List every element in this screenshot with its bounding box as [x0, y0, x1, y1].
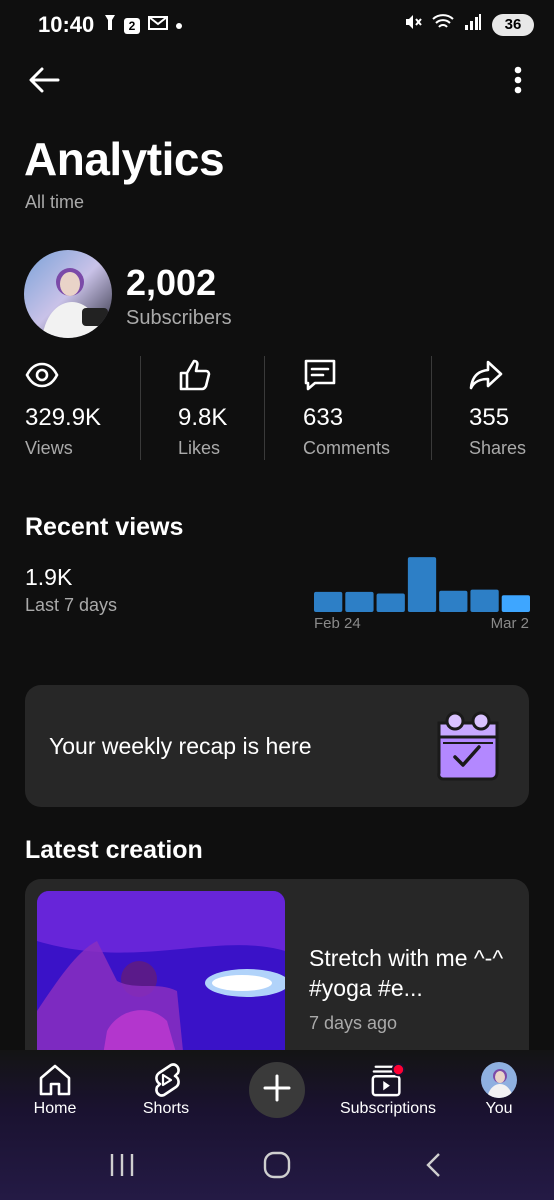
video-age: 7 days ago [309, 1013, 398, 1033]
recent-views-title: Recent views [25, 513, 184, 541]
more-notifications-dot [176, 22, 182, 29]
home-system-icon[interactable] [263, 1151, 291, 1184]
page-title: Analytics [24, 133, 225, 185]
status-time: 10:40 [38, 12, 95, 37]
signal-icon [464, 14, 482, 35]
metrics-row: 329.9K Views 9.8K Likes 633 Comments 355… [0, 352, 554, 462]
chart-bar-feb-25 [345, 591, 374, 612]
metric-value: 329.9K [25, 404, 102, 431]
nav-label: Subscriptions [339, 1100, 437, 1117]
chart-bar-feb-24 [314, 591, 343, 612]
calendar-check-icon [433, 709, 503, 781]
more-vert-icon [514, 66, 522, 94]
chart-tick-label-start: Feb 24 [314, 615, 361, 632]
battery-indicator: 36 [492, 13, 534, 36]
notification-count-badge: 2 [124, 17, 140, 34]
mute-icon [404, 13, 422, 36]
divider [264, 356, 265, 460]
video-title[interactable]: Stretch with me ^-^ #yoga #e... [309, 943, 519, 1003]
chart-bar-mar-2 [501, 595, 530, 612]
system-navigation-bar [0, 1150, 554, 1200]
latest-creation-card[interactable]: Stretch with me ^-^ #yoga #e... 7 days a… [25, 879, 529, 1079]
nav-label: Home [33, 1100, 77, 1117]
subscriber-count: 2,002 [126, 262, 217, 303]
nav-subscriptions[interactable]: Subscriptions [338, 1050, 438, 1140]
nav-label: You [485, 1100, 513, 1117]
divider [431, 356, 432, 460]
status-notification-icons: 2 [104, 14, 182, 37]
eye-icon [25, 358, 59, 392]
metric-label: Shares [469, 438, 527, 458]
subscriptions-icon [370, 1062, 406, 1098]
chart-bar-feb-28 [439, 590, 468, 612]
recent-views-period: Last 7 days [25, 595, 118, 615]
gmail-icon [148, 15, 168, 36]
back-button[interactable] [22, 62, 66, 98]
metric-value: 9.8K [178, 404, 228, 431]
back-system-icon[interactable] [424, 1152, 442, 1183]
create-button[interactable] [249, 1062, 305, 1118]
recent-apps-icon[interactable] [108, 1152, 136, 1183]
chart-bar-feb-27 [407, 557, 437, 612]
bottom-navigation: Home Shorts Subscriptions You [0, 1050, 554, 1200]
recent-views-chart[interactable] [314, 556, 530, 612]
chart-tick-label-end: Mar 2 [490, 615, 529, 632]
recent-views-value: 1.9K [25, 564, 73, 590]
metric-label: Likes [178, 438, 221, 458]
more-options-button[interactable] [500, 62, 536, 98]
back-arrow-icon [29, 67, 60, 93]
metric-label: Views [25, 438, 73, 458]
metric-value: 355 [469, 404, 510, 431]
recap-text: Your weekly recap is here [49, 733, 312, 759]
you-avatar [481, 1062, 517, 1098]
nav-label: Shorts [142, 1100, 190, 1117]
flashlight-icon [104, 14, 116, 37]
divider [140, 356, 141, 460]
metric-value: 633 [303, 404, 344, 431]
metric-label: Comments [303, 438, 391, 458]
wifi-icon [432, 13, 454, 36]
nav-home[interactable]: Home [5, 1050, 105, 1140]
page-subtitle: All time [25, 192, 85, 212]
channel-avatar[interactable] [24, 250, 112, 338]
comment-icon [303, 358, 337, 392]
chart-bar-mar-1 [470, 589, 499, 612]
weekly-recap-card[interactable]: Your weekly recap is here [25, 685, 529, 807]
status-system-icons: 36 [404, 13, 534, 36]
latest-creation-title: Latest creation [25, 836, 203, 864]
shorts-icon [148, 1062, 184, 1098]
nav-shorts[interactable]: Shorts [116, 1050, 216, 1140]
home-icon [37, 1062, 73, 1098]
thumbs-up-icon [178, 358, 212, 392]
create-plus-icon [263, 1074, 291, 1107]
nav-you[interactable]: You [449, 1050, 549, 1140]
chart-bar-feb-26 [376, 593, 405, 612]
status-bar: 10:40 2 36 [0, 0, 554, 48]
subscriber-label: Subscribers [126, 307, 232, 329]
share-icon [469, 358, 503, 392]
